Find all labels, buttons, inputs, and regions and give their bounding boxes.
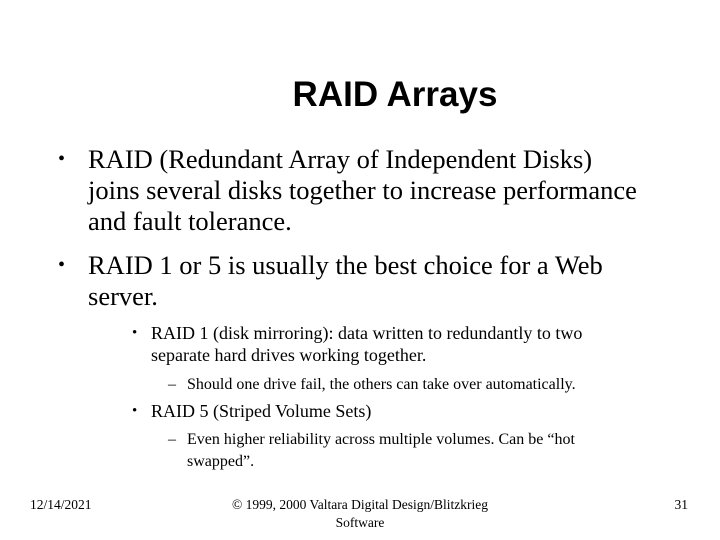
dash-marker: –: [168, 431, 176, 448]
bullet-item: • RAID (Redundant Array of Independent D…: [58, 144, 678, 237]
sub-bullet-text: RAID 1 (disk mirroring): data written to…: [151, 323, 583, 365]
bullet-marker: •: [58, 148, 66, 170]
slide-title-text: RAID Arrays: [292, 75, 498, 114]
sub-bullet-item: • RAID 1 (disk mirroring): data written …: [132, 322, 652, 366]
dash-marker: –: [168, 376, 176, 393]
sub-sub-bullet-text: Even higher reliability across multiple …: [187, 431, 575, 470]
footer-copyright: © 1999, 2000 Valtara Digital Design/Blit…: [232, 497, 488, 530]
bullet-text: RAID 1 or 5 is usually the best choice f…: [88, 250, 603, 311]
footer-date: 12/14/2021: [30, 497, 92, 512]
sub-sub-bullet-item: – Should one drive fail, the others can …: [168, 374, 648, 396]
bullet-text: RAID (Redundant Array of Independent Dis…: [88, 144, 637, 236]
sub-bullet-marker: •: [132, 403, 138, 419]
sub-bullet-marker: •: [132, 325, 138, 341]
sub-bullet-text: RAID 5 (Striped Volume Sets): [151, 401, 372, 421]
sub-sub-bullet-item: – Even higher reliability across multipl…: [168, 429, 648, 473]
slide-title: RAID Arrays: [0, 70, 720, 120]
sub-sub-bullet-text: Should one drive fail, the others can ta…: [187, 376, 576, 393]
sub-bullet-item: • RAID 5 (Striped Volume Sets): [132, 400, 652, 422]
footer-page-number: 31: [674, 497, 689, 512]
bullet-item: • RAID 1 or 5 is usually the best choice…: [58, 250, 678, 312]
bullet-marker: •: [58, 254, 66, 276]
